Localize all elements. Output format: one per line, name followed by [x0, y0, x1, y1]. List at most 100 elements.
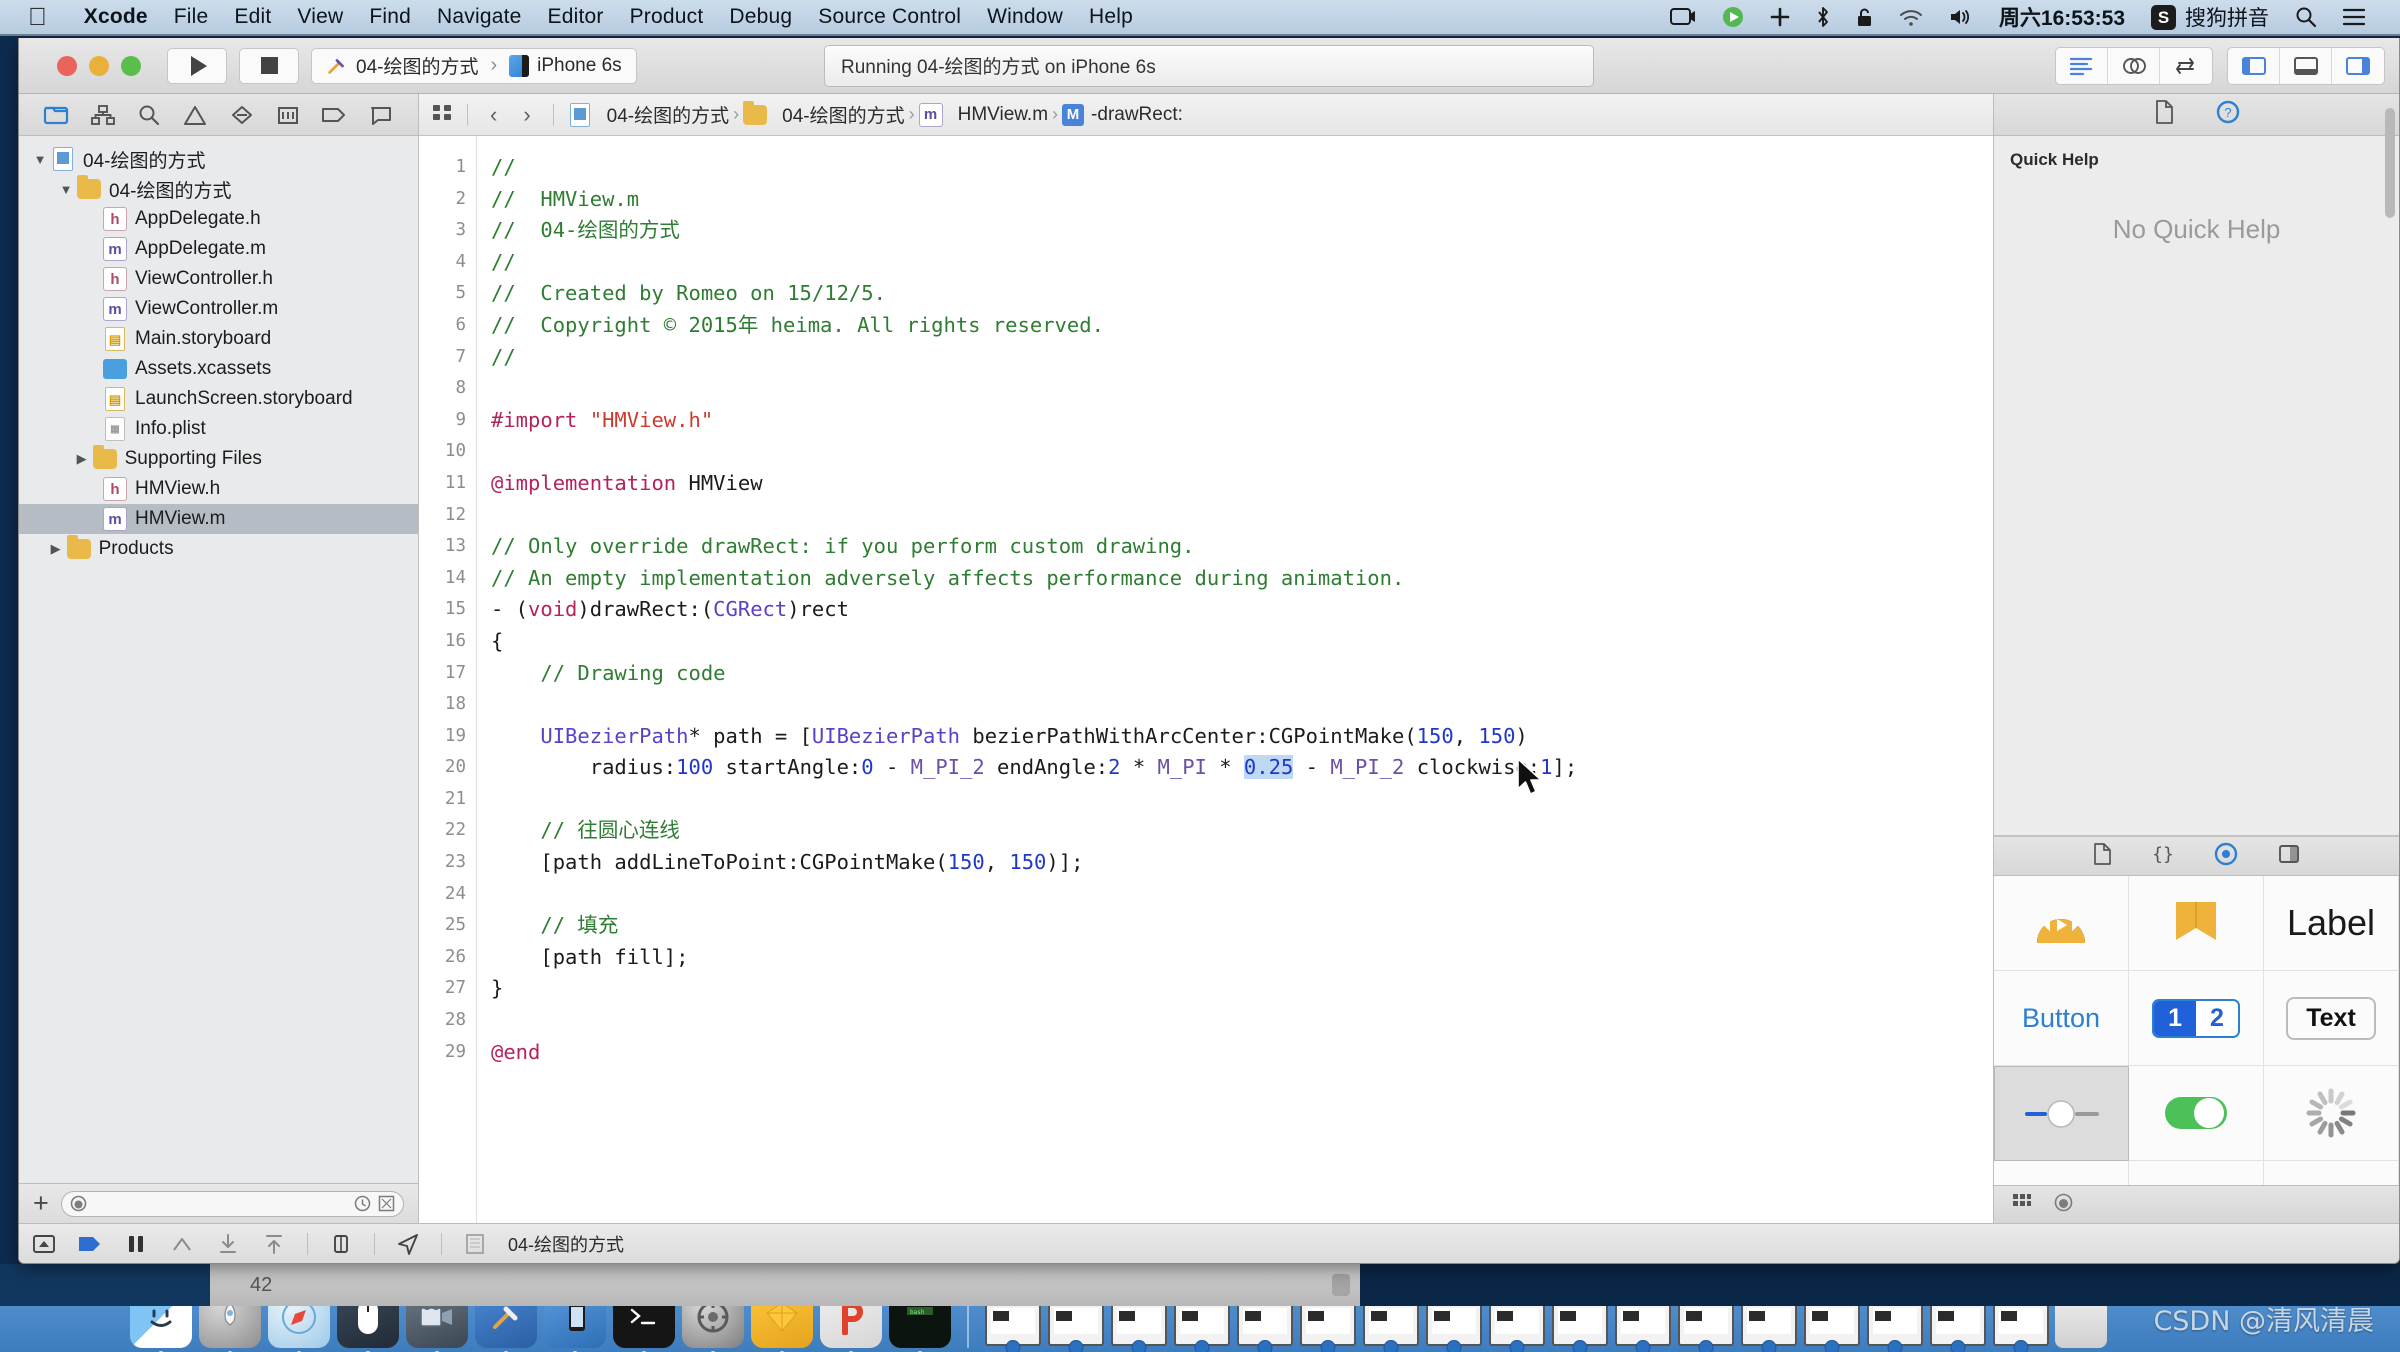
lock-icon[interactable]	[1843, 7, 1886, 28]
disclosure-closed-icon[interactable]: ▶	[71, 451, 93, 467]
apple-icon[interactable]: 	[28, 4, 47, 30]
code-line[interactable]: //	[491, 342, 1973, 374]
library-item[interactable]: Button	[1994, 971, 2129, 1066]
step-over-icon[interactable]	[169, 1232, 195, 1256]
related-files-icon[interactable]	[431, 102, 453, 128]
finder-icon[interactable]	[130, 1306, 192, 1352]
bluetooth-icon[interactable]	[1803, 6, 1843, 28]
code-line[interactable]: UIBezierPath* path = [UIBezierPath bezie…	[491, 721, 1973, 753]
library-scrollbar[interactable]	[2385, 108, 2395, 218]
dock-window-thumbnail[interactable]	[1615, 1306, 1671, 1346]
code-line[interactable]	[491, 1005, 1973, 1037]
iterm-icon[interactable]: bash	[889, 1306, 951, 1352]
file-tree-row[interactable]: ▼ 04-绘图的方式	[19, 144, 418, 174]
library-item[interactable]	[1994, 1161, 2129, 1185]
code-line[interactable]: // 往圆心连线	[491, 815, 1973, 847]
menu-help[interactable]: Help	[1076, 5, 1146, 29]
dock-window-thumbnail[interactable]	[1048, 1306, 1104, 1346]
library-filter-icon[interactable]	[2054, 1193, 2073, 1217]
library-item[interactable]	[2264, 1066, 2399, 1161]
menu-editor[interactable]: Editor	[535, 5, 617, 29]
breadcrumb-item[interactable]: M -drawRect:	[1062, 103, 1183, 126]
library-item[interactable]	[2129, 1161, 2264, 1185]
report-navigator-tab[interactable]	[366, 102, 396, 128]
menu-file[interactable]: File	[161, 5, 222, 29]
dock-window-thumbnail[interactable]	[985, 1306, 1041, 1346]
code-line[interactable]	[491, 436, 1973, 468]
code-line[interactable]: // Drawing code	[491, 658, 1973, 690]
ime-indicator[interactable]: S 搜狗拼音	[2138, 2, 2282, 32]
toggle-navigator-icon[interactable]	[2228, 47, 2280, 84]
code-line[interactable]: // 填充	[491, 910, 1973, 942]
file-tree-row[interactable]: m ViewController.m	[19, 294, 418, 324]
code-line[interactable]: - (void)drawRect:(CGRect)rect	[491, 594, 1973, 626]
menu-product[interactable]: Product	[617, 5, 717, 29]
imovie-icon[interactable]	[406, 1306, 468, 1352]
code-line[interactable]: //	[491, 247, 1973, 279]
assistant-editor-icon[interactable]	[2108, 47, 2160, 84]
file-inspector-icon[interactable]	[2154, 100, 2174, 129]
code-line[interactable]: radius:100 startAngle:0 - M_PI_2 endAngl…	[491, 752, 1973, 784]
zoom-window-button[interactable]	[121, 55, 141, 76]
code-text[interactable]: // // HMView.m // 04-绘图的方式 // // Created by …	[477, 136, 1973, 1223]
project-navigator-tab[interactable]	[41, 102, 71, 128]
file-tree-row[interactable]: ▼ 04-绘图的方式	[19, 174, 418, 204]
library-item[interactable]	[1994, 876, 2129, 971]
filter-input[interactable]	[60, 1190, 404, 1217]
code-line[interactable]	[491, 1068, 1973, 1100]
breakpoint-navigator-tab[interactable]	[319, 102, 349, 128]
code-line[interactable]	[491, 689, 1973, 721]
code-line[interactable]: }	[491, 973, 1973, 1005]
file-tree-row[interactable]: h HMView.h	[19, 474, 418, 504]
code-line[interactable]: {	[491, 626, 1973, 658]
code-line[interactable]: // Created by Romeo on 15/12/5.	[491, 278, 1973, 310]
library-item[interactable]: 12	[2129, 971, 2264, 1066]
menu-window[interactable]: Window	[974, 5, 1076, 29]
disclosure-open-icon[interactable]: ▼	[29, 152, 51, 167]
editor-scrollbar[interactable]	[1973, 136, 1993, 1223]
toggle-debug-area-icon[interactable]	[2280, 47, 2332, 84]
dock-window-thumbnail[interactable]	[1489, 1306, 1545, 1346]
library-item[interactable]	[2264, 1161, 2399, 1185]
volume-icon[interactable]	[1936, 7, 1986, 27]
simulate-location-icon[interactable]	[395, 1232, 421, 1256]
terminal-icon[interactable]	[613, 1306, 675, 1352]
dock-window-thumbnail[interactable]	[1174, 1306, 1230, 1346]
menu-navigate[interactable]: Navigate	[424, 5, 534, 29]
plus-icon[interactable]	[1757, 7, 1803, 27]
file-tree-row[interactable]: h ViewController.h	[19, 264, 418, 294]
project-file-tree[interactable]: ▼ 04-绘图的方式 ▼ 04-绘图的方式 h AppDelegate.h m AppDele…	[19, 136, 418, 1183]
disclosure-open-icon[interactable]: ▼	[55, 182, 77, 197]
mouse-icon[interactable]	[337, 1306, 399, 1352]
dock[interactable]: bash	[0, 1306, 2400, 1352]
simulator-icon[interactable]	[544, 1306, 606, 1352]
dock-window-thumbnail[interactable]	[1552, 1306, 1608, 1346]
code-line[interactable]: [path fill];	[491, 942, 1973, 974]
code-line[interactable]	[491, 784, 1973, 816]
code-line[interactable]: // HMView.m	[491, 184, 1973, 216]
file-tree-row[interactable]: Assets.xcassets	[19, 354, 418, 384]
step-into-icon[interactable]	[215, 1232, 241, 1256]
dock-window-thumbnail[interactable]	[1237, 1306, 1293, 1346]
run-button[interactable]	[167, 47, 227, 84]
dock-window-thumbnail[interactable]	[1426, 1306, 1482, 1346]
debug-navigator-tab[interactable]	[273, 102, 303, 128]
code-line[interactable]: // 04-绘图的方式	[491, 215, 1973, 247]
menu-find[interactable]: Find	[356, 5, 424, 29]
object-library-icon[interactable]	[2214, 842, 2238, 871]
code-line[interactable]: // Copyright © 2015年 heima. All rights r…	[491, 310, 1973, 342]
dock-window-thumbnail[interactable]	[1363, 1306, 1419, 1346]
code-line[interactable]: // An empty implementation adversely aff…	[491, 563, 1973, 595]
menu-debug[interactable]: Debug	[716, 5, 805, 29]
version-editor-icon[interactable]	[2160, 48, 2212, 84]
wifi-icon[interactable]	[1886, 8, 1936, 27]
minimize-window-button[interactable]	[89, 55, 109, 76]
dock-window-thumbnail[interactable]	[1300, 1306, 1356, 1346]
library-item[interactable]	[2129, 1066, 2264, 1161]
screen-record-icon[interactable]	[1657, 7, 1709, 27]
menu-edit[interactable]: Edit	[221, 5, 284, 29]
library-item[interactable]	[1994, 1066, 2129, 1161]
standard-editor-icon[interactable]	[2056, 47, 2108, 84]
test-navigator-tab[interactable]	[227, 102, 257, 128]
code-line[interactable]: //	[491, 152, 1973, 184]
